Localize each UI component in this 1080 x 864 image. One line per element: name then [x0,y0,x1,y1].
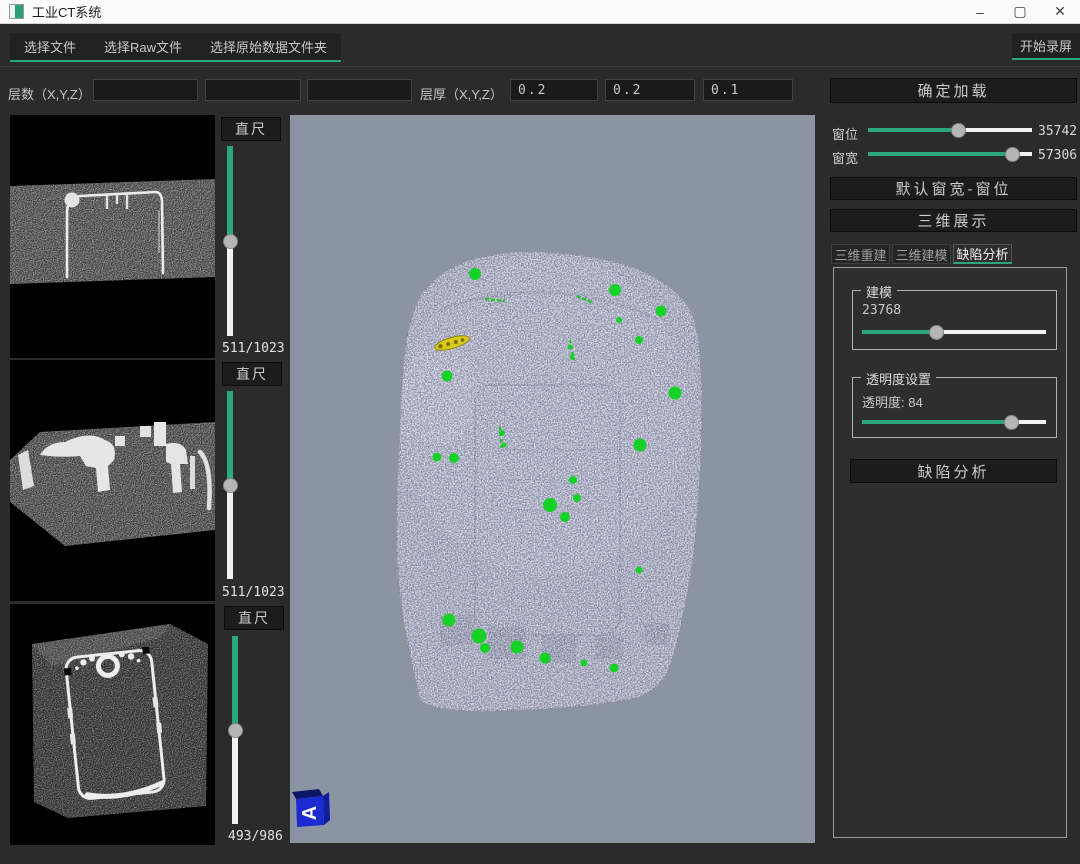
slider-fill [862,330,936,334]
file-button-group: 选择文件 选择Raw文件 选择原始数据文件夹 [10,33,341,62]
slice-image-top [10,115,215,358]
slider-knob[interactable] [1004,415,1019,430]
modeling-slider[interactable] [862,325,1046,340]
window-width-slider[interactable] [868,147,1032,162]
slice-position-middle: 511/1023 [222,585,285,600]
window-level-slider[interactable] [868,123,1032,138]
window-width-label: 窗宽 [832,148,858,167]
minimize-icon[interactable]: – [960,0,1000,23]
slider-knob[interactable] [951,123,966,138]
ruler-button-middle[interactable]: 直尺 [222,362,282,386]
slice-view-bottom[interactable] [10,604,215,845]
slice-slider-middle[interactable] [223,391,237,579]
slice-position-top: 511/1023 [222,341,285,356]
slider-knob[interactable] [223,234,238,249]
window-controls: – ▢ ✕ [960,0,1080,23]
slice-view-top[interactable] [10,115,215,358]
modeling-groupbox: 建模 [852,290,1057,350]
ruler-button-bottom[interactable]: 直尺 [224,606,284,630]
opacity-group-title: 透明度设置 [861,369,936,388]
viewport-3d[interactable]: A [290,115,815,843]
defect-analysis-button[interactable]: 缺陷分析 [850,459,1057,483]
opacity-value-label: 透明度: 84 [862,392,923,411]
slider-fill [227,146,233,241]
thickness-label: 层厚（X,Y,Z） [420,84,503,103]
slider-fill [227,391,233,485]
toolbar-divider [0,66,1080,67]
start-record-button[interactable]: 开始录屏 [1012,33,1080,60]
confirm-load-button[interactable]: 确定加载 [830,78,1077,103]
layers-label: 层数（X,Y,Z） [8,84,91,103]
window-level-label: 窗位 [832,124,858,143]
layers-x-input[interactable] [93,79,198,101]
slider-knob[interactable] [929,325,944,340]
thickness-y-input[interactable] [605,79,695,101]
app-icon [9,4,24,19]
slice-slider-top[interactable] [223,146,237,336]
slider-knob[interactable] [223,478,238,493]
thickness-x-input[interactable] [510,79,598,101]
slice-image-bottom [10,604,215,845]
layers-z-input[interactable] [307,79,412,101]
slice-position-bottom: 493/986 [228,829,283,844]
modeling-group-title: 建模 [861,282,897,301]
tab-3d-modeling[interactable]: 三维建模 [892,244,951,264]
title-bar: 工业CT系统 – ▢ ✕ [0,0,1080,24]
show-3d-button[interactable]: 三维展示 [830,209,1077,232]
maximize-icon[interactable]: ▢ [1000,0,1040,23]
slider-knob[interactable] [228,723,243,738]
opacity-slider[interactable] [862,415,1046,430]
slice-slider-bottom[interactable] [228,636,242,824]
slider-fill [868,128,958,132]
modeling-value: 23768 [862,303,901,318]
slider-fill [232,636,238,730]
defect-analysis-panel [833,267,1067,838]
ruler-button-top[interactable]: 直尺 [221,117,281,141]
window-level-value: 35742 [1038,124,1077,139]
slice-view-middle[interactable] [10,360,215,601]
slice-image-middle [10,360,215,601]
select-file-button[interactable]: 选择文件 [10,33,90,60]
window-width-value: 57306 [1038,148,1077,163]
default-wlww-button[interactable]: 默认窗宽-窗位 [830,177,1077,200]
select-raw-button[interactable]: 选择Raw文件 [90,33,196,60]
slider-fill [862,420,1011,424]
viewport-render: A [290,115,815,843]
cube-letter: A [299,806,321,820]
window-title: 工业CT系统 [32,2,101,21]
tab-defect-analysis[interactable]: 缺陷分析 [953,244,1012,264]
thickness-z-input[interactable] [703,79,793,101]
slider-knob[interactable] [1005,147,1020,162]
app-window: 工业CT系统 – ▢ ✕ 选择文件 选择Raw文件 选择原始数据文件夹 开始录屏… [0,0,1080,864]
select-folder-button[interactable]: 选择原始数据文件夹 [196,33,341,60]
close-icon[interactable]: ✕ [1040,0,1080,23]
slider-fill [868,152,1012,156]
layers-y-input[interactable] [205,79,301,101]
tab-3d-reconstruction[interactable]: 三维重建 [831,244,890,264]
